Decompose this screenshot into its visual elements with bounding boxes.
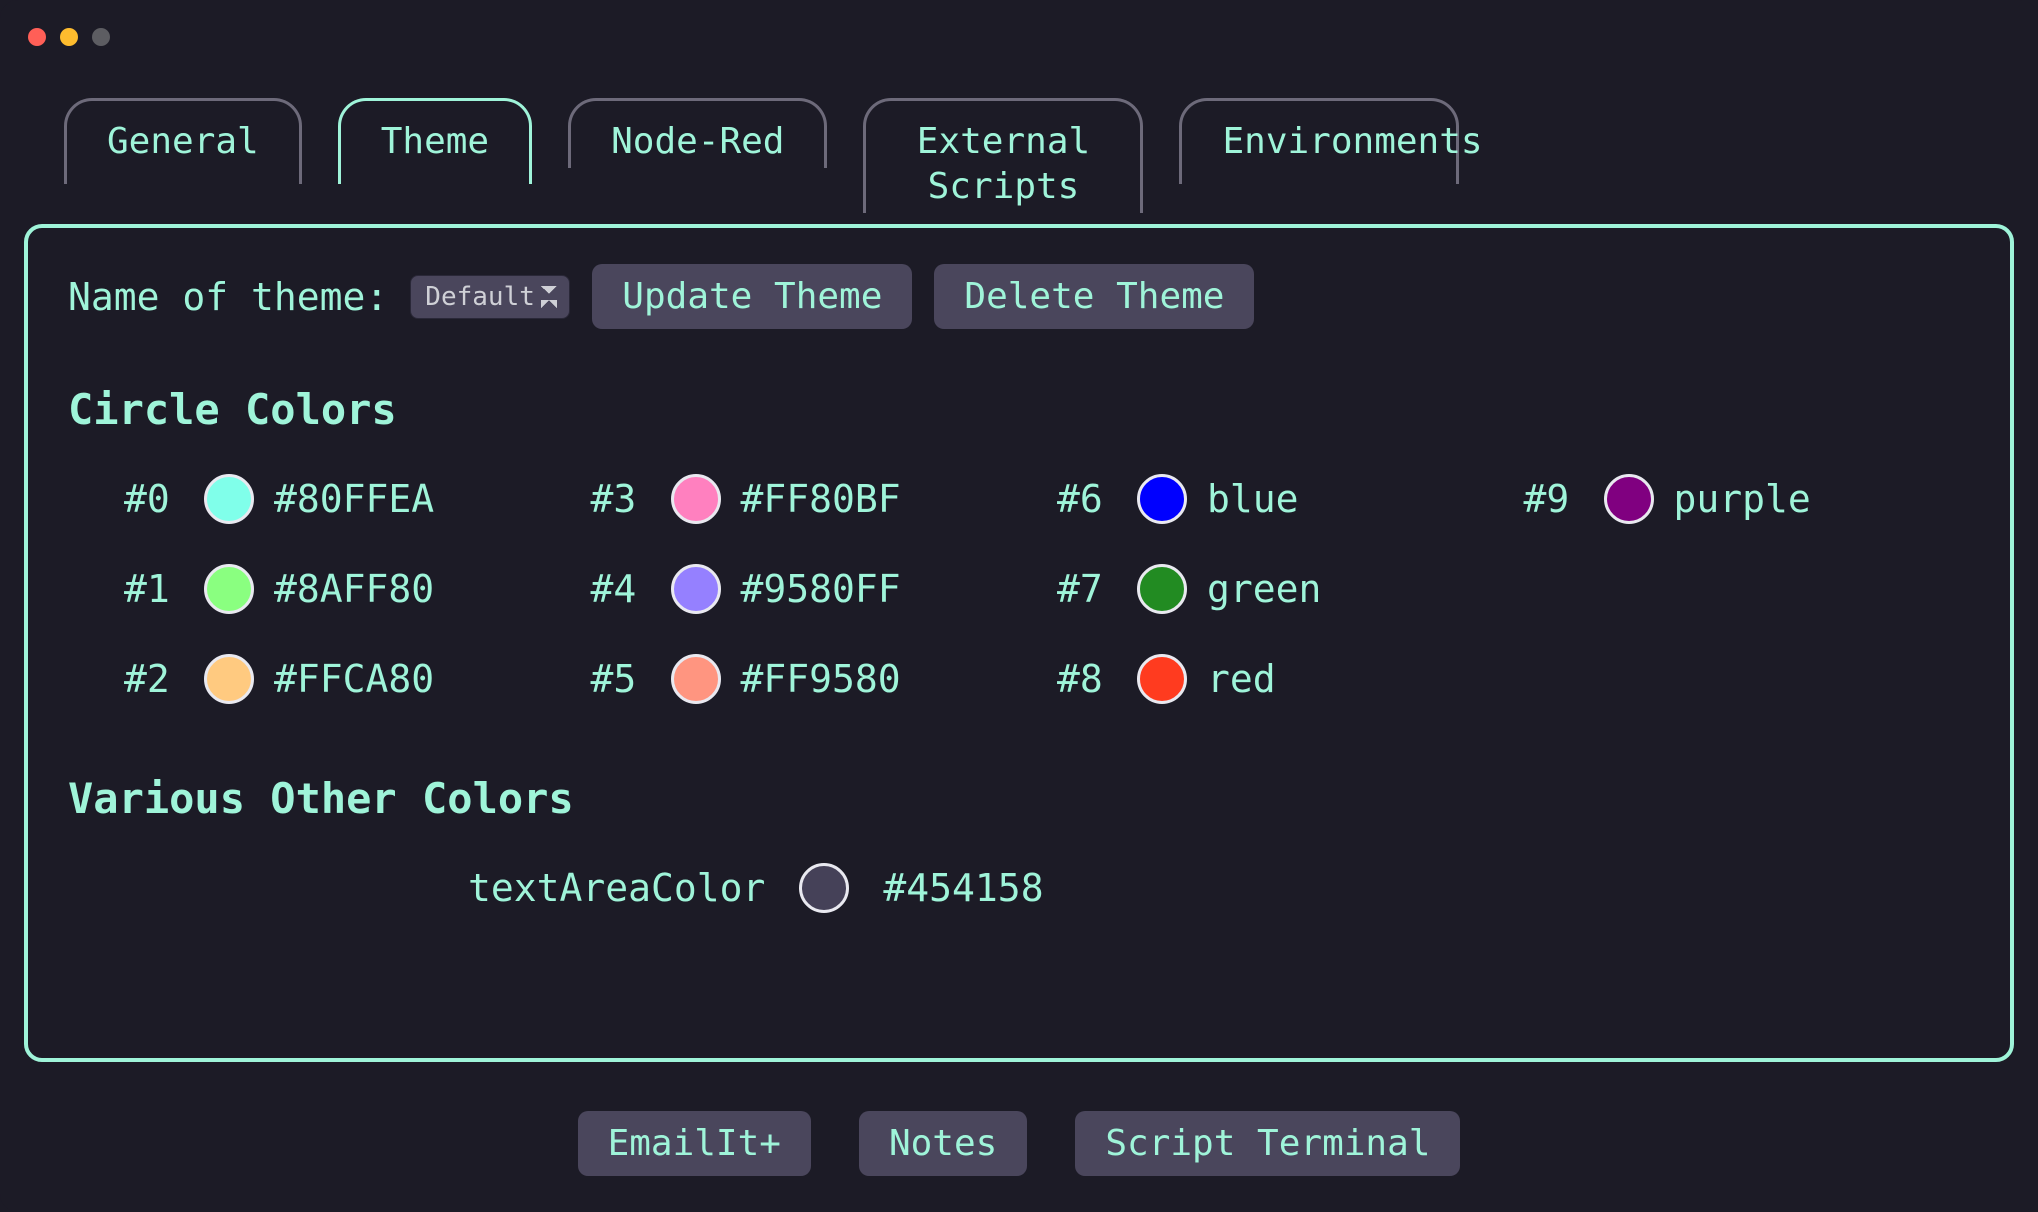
color-swatch[interactable]: [1137, 474, 1187, 524]
color-swatch[interactable]: [1137, 654, 1187, 704]
circle-color-row: #6 blue: [1057, 474, 1504, 524]
tab-bar: General Theme Node-Red External Scripts …: [64, 98, 1459, 213]
circle-color-row: #2 #FFCA80: [124, 654, 571, 704]
theme-name-label: Name of theme:: [68, 275, 388, 319]
tab-node-red[interactable]: Node-Red: [568, 98, 827, 168]
circle-color-row: #3 #FF80BF: [591, 474, 1038, 524]
circle-colors-grid: #0 #80FFEA #1 #8AFF80 #2 #FFCA80 #3 #FF80BF #4 #9…: [68, 474, 1970, 704]
circle-color-index: #2: [124, 657, 184, 701]
bottom-button-bar: EmailIt+ Notes Script Terminal: [0, 1111, 2038, 1176]
circle-color-row: #9 purple: [1524, 474, 1971, 524]
circle-color-row: #5 #FF9580: [591, 654, 1038, 704]
theme-select[interactable]: Default: [410, 275, 570, 319]
color-swatch[interactable]: [1604, 474, 1654, 524]
minimize-icon[interactable]: [60, 28, 78, 46]
circle-color-index: #8: [1057, 657, 1117, 701]
circle-color-index: #1: [124, 567, 184, 611]
window-traffic-lights: [28, 28, 110, 46]
circle-color-value[interactable]: #80FFEA: [274, 477, 434, 521]
color-swatch[interactable]: [204, 474, 254, 524]
circle-color-value[interactable]: red: [1207, 657, 1276, 701]
circle-color-index: #7: [1057, 567, 1117, 611]
color-swatch[interactable]: [671, 654, 721, 704]
theme-name-row: Name of theme: Default Update Theme Dele…: [68, 264, 1970, 329]
app-window: General Theme Node-Red External Scripts …: [0, 0, 2038, 1212]
other-color-name: textAreaColor: [468, 866, 765, 910]
notes-button[interactable]: Notes: [859, 1111, 1027, 1176]
circle-color-value[interactable]: #8AFF80: [274, 567, 434, 611]
color-swatch[interactable]: [671, 474, 721, 524]
circle-color-value[interactable]: #9580FF: [741, 567, 901, 611]
other-color-row: textAreaColor #454158: [68, 863, 1970, 913]
circle-color-index: #4: [591, 567, 651, 611]
circle-color-row: #7 green: [1057, 564, 1504, 614]
circle-color-row: #1 #8AFF80: [124, 564, 571, 614]
circle-color-index: #5: [591, 657, 651, 701]
maximize-icon: [92, 28, 110, 46]
circle-color-value[interactable]: green: [1207, 567, 1321, 611]
tab-environments[interactable]: Environments: [1179, 98, 1459, 184]
circle-color-index: #3: [591, 477, 651, 521]
circle-color-index: #6: [1057, 477, 1117, 521]
tab-theme[interactable]: Theme: [338, 98, 532, 184]
close-icon[interactable]: [28, 28, 46, 46]
circle-color-index: #0: [124, 477, 184, 521]
circle-colors-heading: Circle Colors: [68, 385, 1970, 434]
circle-color-index: #9: [1524, 477, 1584, 521]
tab-general[interactable]: General: [64, 98, 302, 184]
other-colors-list: textAreaColor #454158: [68, 863, 1970, 913]
emailit-button[interactable]: EmailIt+: [578, 1111, 811, 1176]
circle-color-row: #0 #80FFEA: [124, 474, 571, 524]
circle-color-value[interactable]: blue: [1207, 477, 1299, 521]
other-color-value[interactable]: #454158: [883, 866, 1043, 910]
circle-color-value[interactable]: #FF80BF: [741, 477, 901, 521]
circle-color-value[interactable]: #FF9580: [741, 657, 901, 701]
circle-color-value[interactable]: #FFCA80: [274, 657, 434, 701]
other-colors-heading: Various Other Colors: [68, 774, 1970, 823]
update-theme-button[interactable]: Update Theme: [592, 264, 912, 329]
circle-color-row: #4 #9580FF: [591, 564, 1038, 614]
color-swatch[interactable]: [671, 564, 721, 614]
color-swatch[interactable]: [204, 654, 254, 704]
circle-color-row: #8 red: [1057, 654, 1504, 704]
tab-external-scripts[interactable]: External Scripts: [863, 98, 1143, 213]
color-swatch[interactable]: [799, 863, 849, 913]
circle-color-value[interactable]: purple: [1674, 477, 1811, 521]
script-terminal-button[interactable]: Script Terminal: [1075, 1111, 1460, 1176]
delete-theme-button[interactable]: Delete Theme: [934, 264, 1254, 329]
color-swatch[interactable]: [1137, 564, 1187, 614]
color-swatch[interactable]: [204, 564, 254, 614]
theme-panel: Name of theme: Default Update Theme Dele…: [24, 224, 2014, 1062]
